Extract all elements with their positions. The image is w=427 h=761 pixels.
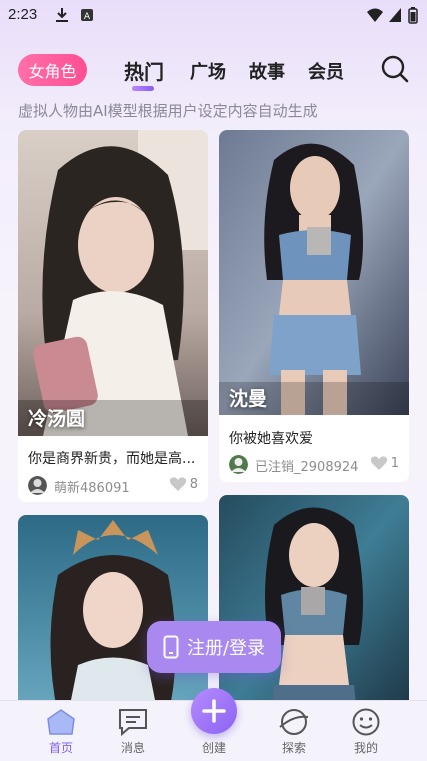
create-button[interactable] xyxy=(191,688,237,734)
like-count[interactable]: 8 xyxy=(169,476,198,492)
home-icon xyxy=(47,709,75,735)
smile-icon xyxy=(352,708,380,736)
category-pill[interactable]: 女角色 xyxy=(18,54,87,86)
planet-icon xyxy=(279,709,309,735)
card-title: 你被她喜欢爱 xyxy=(229,431,313,447)
card-meta: 萌新486091 8 xyxy=(28,476,198,496)
wifi-icon xyxy=(367,8,383,22)
author-name: 萌新486091 xyxy=(54,481,130,496)
battery-icon xyxy=(408,7,418,24)
character-card[interactable] xyxy=(18,515,208,715)
heart-icon xyxy=(370,456,387,470)
avatar[interactable] xyxy=(28,476,47,495)
nav-messages[interactable]: 消息 xyxy=(103,707,163,755)
character-card[interactable] xyxy=(219,495,409,715)
login-register-label: 注册/登录 xyxy=(186,638,266,659)
nav-explore-label: 探索 xyxy=(281,741,306,755)
tab-vip[interactable]: 会员 xyxy=(308,58,344,84)
heart-icon xyxy=(169,477,186,491)
like-count[interactable]: 1 xyxy=(370,455,399,471)
card-title: 你是商界新贵，而她是高... xyxy=(28,451,196,467)
nav-explore[interactable]: 探索 xyxy=(264,707,324,755)
tab-story[interactable]: 故事 xyxy=(249,58,285,84)
ai-disclaimer: 虚拟人物由AI模型根据用户设定内容自动生成 xyxy=(18,102,318,120)
character-card[interactable]: 冷汤圆 你是商界新贵，而她是高... 萌新486091 8 xyxy=(18,130,208,502)
status-bar: 2:23 A xyxy=(0,0,427,30)
character-card[interactable]: 沈曼 你被她喜欢爱 已注销_2908924 1 xyxy=(219,130,409,482)
character-image xyxy=(219,495,409,715)
download-icon xyxy=(56,8,68,22)
svg-text:A: A xyxy=(84,12,91,22)
nav-messages-label: 消息 xyxy=(120,741,145,755)
tab-active-indicator xyxy=(132,86,154,91)
like-count-value: 8 xyxy=(189,476,198,492)
search-icon[interactable] xyxy=(380,54,410,84)
avatar[interactable] xyxy=(229,455,248,474)
nav-profile-label: 我的 xyxy=(353,741,378,755)
tab-hot[interactable]: 热门 xyxy=(124,56,164,85)
message-icon xyxy=(119,709,147,737)
nav-create-label: 创建 xyxy=(201,741,226,755)
character-image xyxy=(18,130,208,436)
nav-home-label: 首页 xyxy=(48,741,73,755)
nav-profile[interactable]: 我的 xyxy=(336,707,396,755)
character-image xyxy=(219,130,409,415)
card-meta: 已注销_2908924 1 xyxy=(229,455,399,475)
character-image xyxy=(18,515,208,715)
text-a-icon: A xyxy=(81,9,93,22)
signal-icon xyxy=(389,8,401,22)
login-register-button[interactable]: 注册/登录 xyxy=(147,621,281,673)
nav-home[interactable]: 首页 xyxy=(31,707,91,755)
tab-square[interactable]: 广场 xyxy=(190,58,226,84)
phone-icon xyxy=(163,635,179,659)
character-name: 冷汤圆 xyxy=(28,408,86,430)
character-name: 沈曼 xyxy=(229,388,268,410)
top-nav: 女角色 热门 广场 故事 会员 xyxy=(0,44,427,94)
plus-icon xyxy=(202,699,226,723)
status-time: 2:23 xyxy=(8,6,38,23)
author-name: 已注销_2908924 xyxy=(255,460,359,475)
like-count-value: 1 xyxy=(390,455,399,471)
